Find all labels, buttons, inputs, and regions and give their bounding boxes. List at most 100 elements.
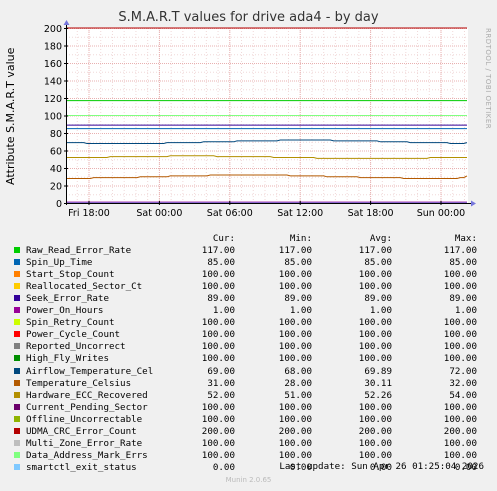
legend-row: UDMA_CRC_Error_Count 200.00 200.00 200.00 20… <box>0 426 497 438</box>
legend-row: Seek_Error_Rate 89.00 89.00 89.00 89.00 <box>0 293 497 305</box>
legend-series-name: Raw_Read_Error_Rate <box>26 245 132 256</box>
header-cur: Cur: <box>212 233 235 244</box>
legend-row: Current_Pending_Sector 100.00 100.00 100.00… <box>0 402 497 414</box>
munin-version: Munin 2.0.65 <box>225 476 272 484</box>
header-avg: Avg: <box>369 233 392 244</box>
legend-max-value: 85.00 <box>449 257 477 269</box>
legend-min-value: 100.00 <box>278 317 312 329</box>
legend-cur-value: 100.00 <box>201 317 235 329</box>
line-chart: 0 20 40 60 80 100 120 140 160 180 200 Fri 18:00 Sat … <box>44 20 476 219</box>
legend-series-name: Hardware_ECC_Recovered <box>26 389 148 401</box>
legend-series-name: Spin_Retry_Count <box>26 317 115 329</box>
legend-cur-value: 200.00 <box>201 425 235 437</box>
legend-series-name: Reported_Uncorrect <box>26 341 126 353</box>
legend-cur-value: 117.00 <box>201 245 235 256</box>
legend-avg-value: 100.00 <box>358 269 392 281</box>
legend-cur-value: 100.00 <box>201 329 235 341</box>
legend-avg-value: 30.11 <box>364 377 392 389</box>
legend-cur-value: 31.00 <box>207 377 235 389</box>
legend-avg-value: 100.00 <box>358 401 392 413</box>
legend-max-value: 100.00 <box>443 281 477 293</box>
legend-min-value: 100.00 <box>278 329 312 341</box>
legend-row: Multi_Zone_Error_Rate 100.00 100.00 100.00 1… <box>0 438 497 450</box>
legend-row: Spin_Up_Time 85.00 85.00 85.00 85.00 <box>0 257 497 269</box>
legend-series-name: Start_Stop_Count <box>26 269 115 281</box>
legend-row: Spin_Retry_Count 100.00 100.00 100.00 100.00 <box>0 317 497 329</box>
legend-series-name: Temperature_Celsius <box>26 377 132 389</box>
legend-max-value: 100.00 <box>443 437 477 449</box>
legend-row: High_Fly_Writes 100.00 100.00 100.00 100.00 <box>0 353 497 365</box>
legend-avg-value: 100.00 <box>358 281 392 293</box>
legend-swatch <box>14 439 20 446</box>
x-tick-label: Fri 18:00 <box>68 208 110 219</box>
legend-swatch <box>14 343 20 350</box>
legend-max-value: 100.00 <box>443 353 477 365</box>
legend-header: Cur: Min: Avg: Max: <box>0 233 497 245</box>
legend-max-value: 100.00 <box>443 329 477 341</box>
legend-min-value: 100.00 <box>278 449 312 461</box>
legend-series-name: Current_Pending_Sector <box>26 401 148 413</box>
legend-cur-value: 100.00 <box>201 269 235 281</box>
legend-cur-value: 100.00 <box>201 341 235 353</box>
legend-swatch <box>14 451 20 458</box>
legend-min-value: 117.00 <box>278 245 312 256</box>
legend-max-value: 200.00 <box>443 425 477 437</box>
legend-series-name: Offline_Uncorrectable <box>26 413 143 425</box>
legend-avg-value: 100.00 <box>358 413 392 425</box>
legend-cur-value: 100.00 <box>201 401 235 413</box>
legend-max-value: 54.00 <box>449 389 477 401</box>
legend-avg-value: 69.89 <box>364 365 392 377</box>
y-tick-label: 160 <box>44 59 62 70</box>
legend-avg-value: 52.26 <box>364 389 392 401</box>
legend-avg-value: 89.00 <box>364 293 392 305</box>
legend-avg-value: 100.00 <box>358 437 392 449</box>
legend-cur-value: 69.00 <box>207 365 235 377</box>
legend-avg-value: 200.00 <box>358 425 392 437</box>
legend-max-value: 72.00 <box>449 365 477 377</box>
legend-avg-value: 100.00 <box>358 317 392 329</box>
header-min: Min: <box>289 233 312 244</box>
legend-cur-value: 100.00 <box>201 437 235 449</box>
legend-avg-value: 85.00 <box>364 257 392 269</box>
legend-swatch <box>14 355 20 362</box>
legend-min-value: 51.00 <box>284 389 312 401</box>
legend-avg-value: 100.00 <box>358 329 392 341</box>
legend-avg-value: 117.00 <box>358 245 392 256</box>
y-tick-label: 180 <box>44 42 62 53</box>
legend-avg-value: 100.00 <box>358 341 392 353</box>
legend-row: Raw_Read_Error_Rate 117.00 117.00 117.00 117… <box>0 245 497 257</box>
legend-row: Airflow_Temperature_Cel 69.00 68.00 69.89 72… <box>0 366 497 378</box>
x-tick-label: Sat 12:00 <box>277 208 323 219</box>
legend-cur-value: 89.00 <box>207 293 235 305</box>
y-tick-label: 120 <box>44 94 62 105</box>
legend-swatch <box>14 331 20 338</box>
x-tick-label: Sun 00:00 <box>417 208 465 219</box>
legend-max-value: 100.00 <box>443 269 477 281</box>
y-tick-label: 40 <box>50 164 62 175</box>
legend-min-value: 100.00 <box>278 269 312 281</box>
legend-swatch <box>14 367 20 374</box>
legend-min-value: 100.00 <box>278 413 312 425</box>
legend-swatch <box>14 415 20 422</box>
legend-min-value: 85.00 <box>284 257 312 269</box>
legend-swatch <box>14 403 20 410</box>
header-max: Max: <box>454 233 477 244</box>
y-tick-label: 20 <box>50 182 62 193</box>
legend-min-value: 1.00 <box>289 305 312 317</box>
legend-series-name: Multi_Zone_Error_Rate <box>26 437 143 449</box>
legend-series-name: Airflow_Temperature_Cel <box>26 365 154 377</box>
legend-row: Start_Stop_Count 100.00 100.00 100.00 100.00 <box>0 269 497 281</box>
x-tick-label: Sat 06:00 <box>207 208 253 219</box>
legend-row: Temperature_Celsius 31.00 28.00 30.11 32.00 <box>0 378 497 390</box>
y-tick-label: 100 <box>44 112 62 123</box>
legend-max-value: 1.00 <box>454 305 477 317</box>
legend-swatch <box>14 283 20 290</box>
legend-min-value: 100.00 <box>278 281 312 293</box>
legend-swatch <box>14 427 20 434</box>
legend-cur-value: 100.00 <box>201 353 235 365</box>
legend-min-value: 89.00 <box>284 293 312 305</box>
legend-series-name: High_Fly_Writes <box>26 353 109 365</box>
legend-max-value: 100.00 <box>443 413 477 425</box>
legend-min-value: 100.00 <box>278 437 312 449</box>
legend-row: Hardware_ECC_Recovered 52.00 51.00 52.26 54.… <box>0 390 497 402</box>
